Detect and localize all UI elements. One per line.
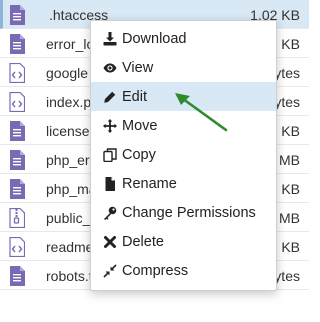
menu-item-delete[interactable]: Delete xyxy=(91,227,276,256)
text-file-icon xyxy=(9,34,27,54)
menu-item-edit[interactable]: Edit xyxy=(91,82,276,111)
menu-item-label: Change Permissions xyxy=(122,204,256,221)
text-file-icon xyxy=(9,266,27,286)
menu-item-label: Rename xyxy=(122,175,177,192)
menu-item-copy[interactable]: Copy xyxy=(91,140,276,169)
menu-item-label: Move xyxy=(122,117,158,134)
menu-item-label: Delete xyxy=(122,233,164,250)
menu-item-download[interactable]: Download xyxy=(91,24,276,53)
context-menu: Download View Edit Move Copy Rename Chan… xyxy=(90,20,277,291)
menu-item-label: Edit xyxy=(122,88,147,105)
pencil-icon xyxy=(102,89,118,105)
file-name: google xyxy=(46,65,89,81)
menu-item-view[interactable]: View xyxy=(91,53,276,82)
text-file-icon xyxy=(9,150,27,170)
menu-item-rename[interactable]: Rename xyxy=(91,169,276,198)
menu-item-change-permissions[interactable]: Change Permissions xyxy=(91,198,276,227)
file-icon xyxy=(102,176,118,192)
code-file-icon xyxy=(9,236,27,258)
download-icon xyxy=(102,31,118,47)
text-file-icon xyxy=(9,179,27,199)
code-file-icon xyxy=(9,91,27,113)
eye-icon xyxy=(102,60,118,76)
key-icon xyxy=(102,205,118,221)
move-arrows-icon xyxy=(102,118,118,134)
menu-item-compress[interactable]: Compress xyxy=(91,256,276,285)
menu-item-label: View xyxy=(122,59,154,76)
text-file-icon xyxy=(9,121,27,141)
menu-item-label: Compress xyxy=(122,262,189,279)
menu-item-move[interactable]: Move xyxy=(91,111,276,140)
menu-item-label: Download xyxy=(122,30,187,47)
text-file-icon xyxy=(9,5,27,25)
archive-file-icon xyxy=(9,207,27,229)
times-icon xyxy=(102,234,118,250)
compress-icon xyxy=(102,263,118,279)
menu-item-label: Copy xyxy=(122,146,156,163)
copy-icon xyxy=(102,147,118,163)
code-file-icon xyxy=(9,62,27,84)
